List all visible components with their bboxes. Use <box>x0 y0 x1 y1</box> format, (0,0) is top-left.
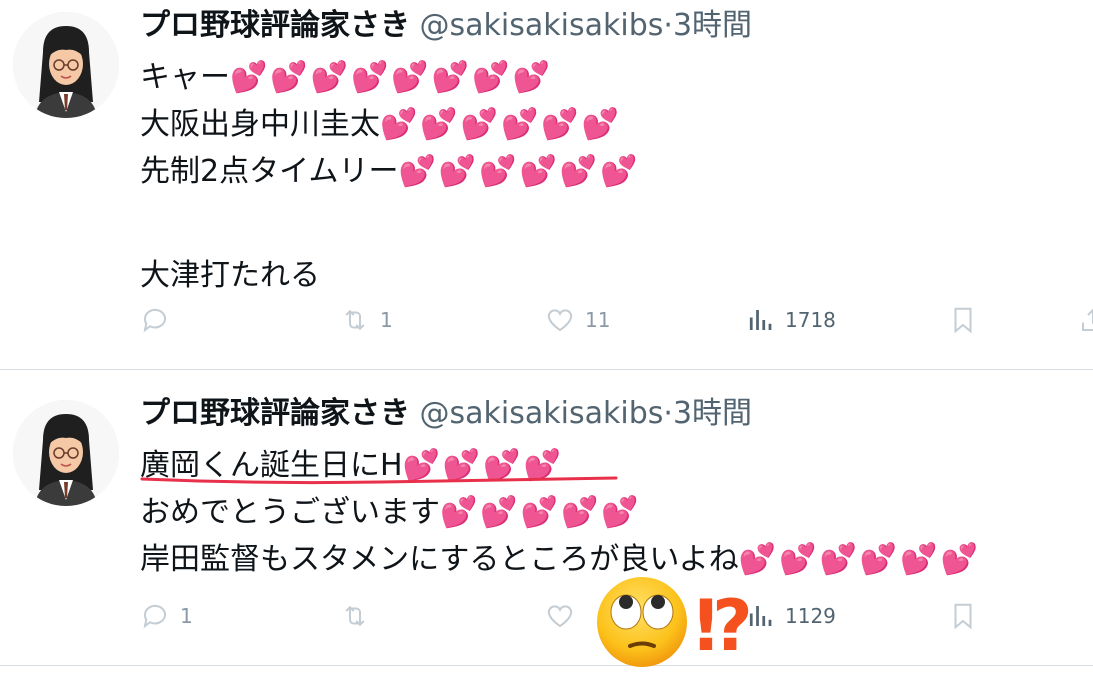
reply-count: 1 <box>180 604 193 628</box>
text-line: 岸田監督もスタメンにするところが良いよね💕💕💕💕💕💕 <box>140 542 981 577</box>
heart-outline-icon <box>547 605 573 628</box>
retweet-button[interactable]: 1 <box>340 300 393 340</box>
timestamp[interactable]: 3時間 <box>673 8 752 43</box>
rolling-eyes-face-icon <box>597 577 687 667</box>
reply-icon <box>143 308 166 333</box>
tweet-divider <box>0 665 1093 666</box>
reply-icon <box>143 604 166 629</box>
separator-dot: · <box>663 396 673 431</box>
hearts-emoji: 💕💕💕💕💕 <box>440 495 642 530</box>
reply-button[interactable] <box>140 300 180 340</box>
like-button[interactable] <box>545 596 585 636</box>
avatar[interactable] <box>13 12 119 118</box>
text-line: 大阪出身中川圭太💕💕💕💕💕💕 <box>140 107 623 142</box>
red-underline-annotation <box>140 476 618 485</box>
hearts-emoji: 💕💕💕💕💕💕💕💕 <box>230 60 553 95</box>
bookmark-button[interactable] <box>948 300 978 340</box>
analytics-bars-icon <box>749 310 772 330</box>
action-bar: 1 11 1718 <box>140 300 1093 340</box>
text-line: おめでとうございます💕💕💕💕💕 <box>140 495 642 530</box>
separator-dot: · <box>663 8 673 43</box>
retweet-icon <box>345 605 365 627</box>
like-button[interactable]: 11 <box>545 300 610 340</box>
text-line: 先制2点タイムリー💕💕💕💕💕💕 <box>140 154 641 189</box>
tweet-text: キャー💕💕💕💕💕💕💕💕 大阪出身中川圭太💕💕💕💕💕💕 先制2点タイムリー💕💕💕💕… <box>140 54 641 299</box>
timestamp[interactable]: 3時間 <box>673 396 752 431</box>
view-count: 1129 <box>785 604 836 628</box>
tweet-header: プロ野球評論家さき @sakisakisakibs·3時間 <box>140 4 752 48</box>
bookmark-button[interactable] <box>948 596 978 636</box>
share-button[interactable] <box>1078 300 1093 340</box>
avatar-illustration <box>13 12 119 118</box>
bookmark-icon <box>954 603 972 630</box>
user-handle[interactable]: @sakisakisakibs <box>420 8 664 43</box>
like-count: 11 <box>585 308 611 332</box>
bookmark-icon <box>954 307 972 334</box>
text-line: 大津打たれる <box>140 258 320 293</box>
heart-outline-icon <box>547 309 573 332</box>
display-name[interactable]: プロ野球評論家さき <box>140 396 410 431</box>
tweet-header: プロ野球評論家さき @sakisakisakibs·3時間 <box>140 392 752 436</box>
avatar[interactable] <box>13 400 119 506</box>
retweet-icon <box>345 309 365 331</box>
views-button[interactable]: 1718 <box>745 300 836 340</box>
hearts-emoji: 💕💕💕💕💕💕 <box>380 107 623 142</box>
views-button[interactable]: 1129 <box>745 596 836 636</box>
view-count: 1718 <box>785 308 836 332</box>
avatar-illustration <box>13 400 119 506</box>
user-handle[interactable]: @sakisakisakibs <box>420 396 664 431</box>
display-name[interactable]: プロ野球評論家さき <box>140 8 410 43</box>
reply-button[interactable]: 1 <box>140 596 193 636</box>
tweet-text: 廣岡くん誕生日にH💕💕💕💕 おめでとうございます💕💕💕💕💕 岸田監督もスタメンに… <box>140 442 981 583</box>
interrobang-emoji: ⁉ <box>695 585 754 667</box>
hearts-emoji: 💕💕💕💕💕💕 <box>738 542 981 577</box>
hearts-emoji: 💕💕💕💕💕💕 <box>398 154 641 189</box>
retweet-count: 1 <box>380 308 393 332</box>
text-line: キャー💕💕💕💕💕💕💕💕 <box>140 60 553 95</box>
share-icon <box>1082 308 1093 331</box>
tweet[interactable]: プロ野球評論家さき @sakisakisakibs·3時間 キャー💕💕💕💕💕💕💕… <box>0 0 1093 370</box>
retweet-button[interactable] <box>340 596 380 636</box>
tweet[interactable]: プロ野球評論家さき @sakisakisakibs·3時間 廣岡くん誕生日にH💕… <box>0 370 1093 666</box>
